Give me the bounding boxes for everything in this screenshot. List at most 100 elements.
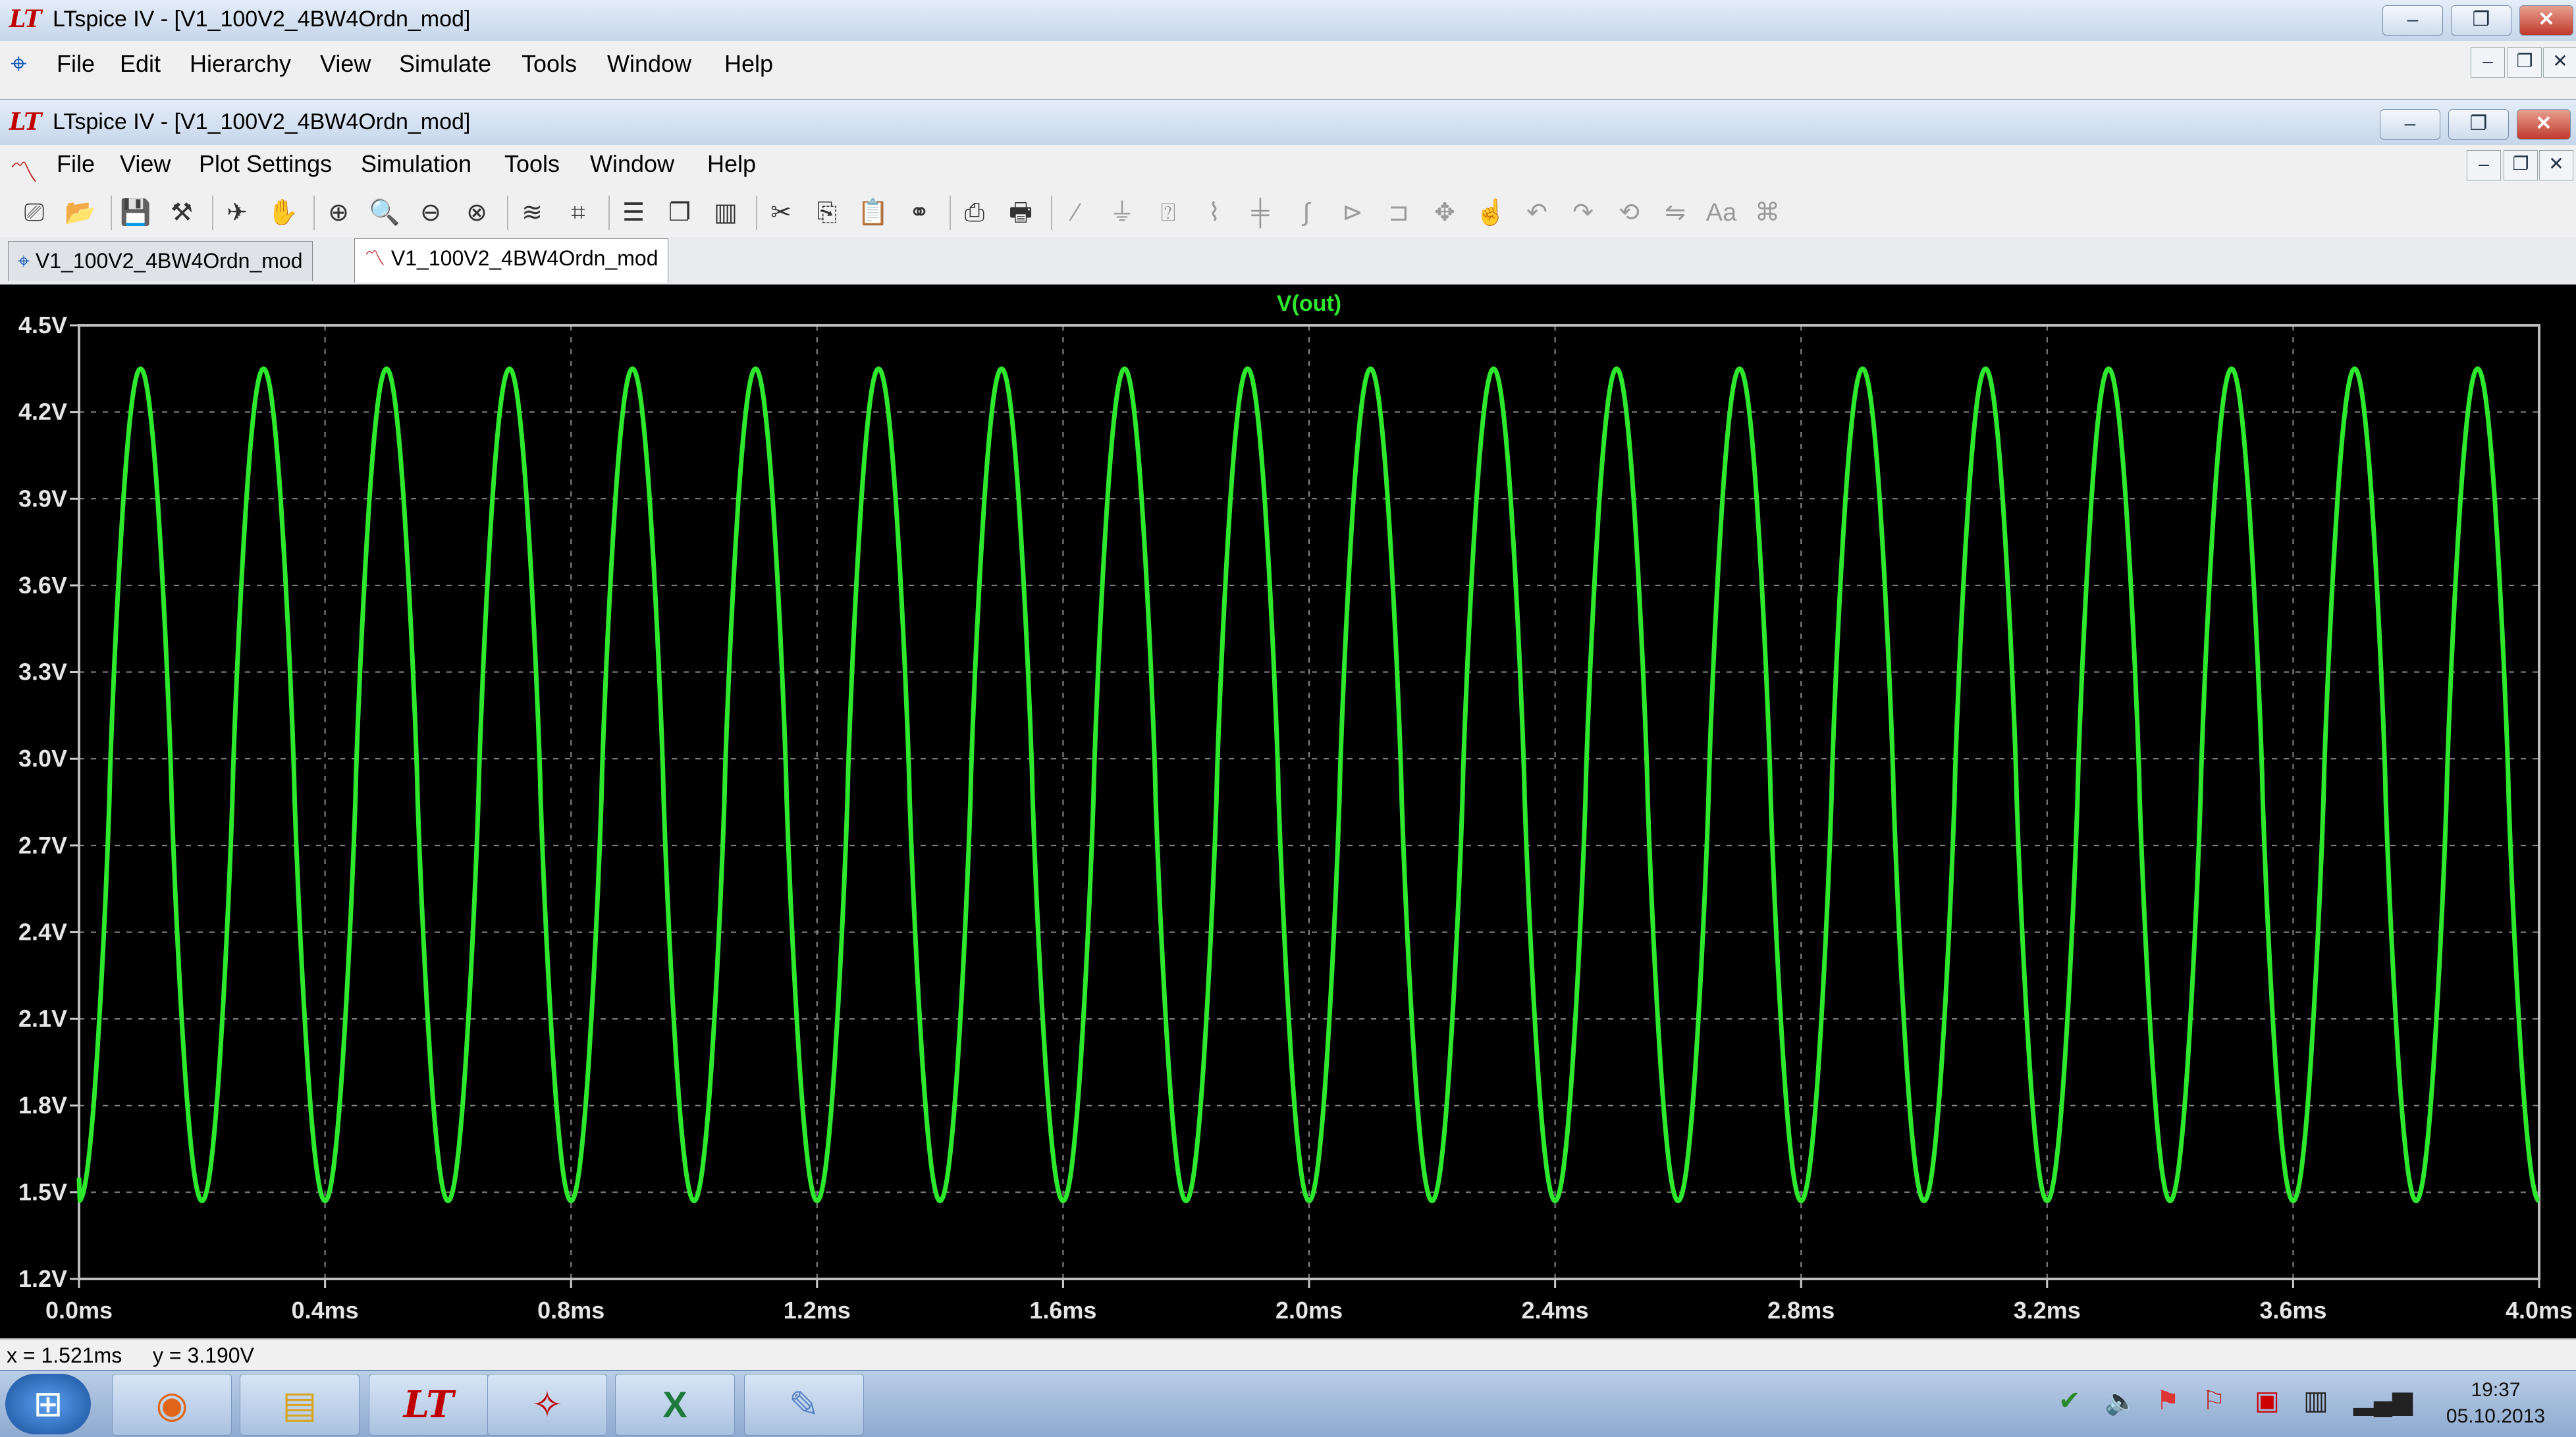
inner-menu-view[interactable]: View [120, 150, 171, 178]
save-icon[interactable]: 💾 [117, 194, 154, 231]
y-tick-label: 1.2V [18, 1265, 67, 1292]
copy-icon[interactable]: ⎘ [809, 194, 845, 231]
clock-time[interactable]: 19:37 [2436, 1379, 2555, 1401]
outer-menu-edit[interactable]: Edit [120, 50, 161, 78]
spice-directive-icon[interactable]: ⌘ [1749, 194, 1786, 231]
waveform-icon: 〽 [364, 246, 386, 270]
waveform-chart[interactable]: V(out) 0.0ms 0.4ms 0.8ms 1.2ms 1.6ms 2.0ms 2.4m… [0, 285, 2576, 1338]
acrobat-icon[interactable]: ✧ [487, 1374, 607, 1436]
label-icon[interactable]: ⍰ [1150, 194, 1187, 231]
zoom-out-icon[interactable]: ⊖ [412, 194, 449, 231]
toolbar-separator [212, 196, 213, 230]
text-icon[interactable]: Aa [1703, 194, 1740, 231]
cut-icon[interactable]: ✂ [763, 194, 799, 231]
outer-restore-button[interactable]: ❐ [2451, 5, 2511, 36]
mirror-icon[interactable]: ⇋ [1657, 194, 1694, 231]
inner-menu-help[interactable]: Help [707, 150, 756, 178]
explorer-icon[interactable]: ▤ [240, 1374, 360, 1436]
toolbar-separator [608, 196, 610, 230]
inner-mdi-minimize-button[interactable]: – [2467, 150, 2501, 180]
find-icon[interactable]: ⚭ [901, 194, 938, 231]
unzoom-icon[interactable]: ⌗ [560, 194, 597, 231]
run-icon[interactable]: ✈ [219, 194, 255, 231]
open-icon[interactable]: 📂 [62, 194, 99, 231]
inner-mdi-close-button[interactable]: ✕ [2539, 150, 2573, 180]
inner-menu-simulation[interactable]: Simulation [361, 150, 471, 178]
zoom-area-icon[interactable]: 🔍 [366, 194, 403, 231]
wire-icon[interactable]: ∕ [1058, 194, 1094, 231]
paste-icon[interactable]: 📋 [855, 194, 892, 231]
halt-icon[interactable]: ✋ [265, 194, 302, 231]
inner-title-bar: LT LTspice IV - [V1_100V2_4BW4Ordn_mod] … [0, 99, 2576, 146]
x-tick-label: 4.0ms [2506, 1297, 2573, 1324]
outer-mdi-close-button[interactable]: ✕ [2543, 47, 2576, 78]
y-tick-label: 4.2V [18, 398, 67, 425]
zoom-in-icon[interactable]: ⊕ [320, 194, 357, 231]
new-schematic-icon[interactable]: ⎚ [16, 194, 53, 231]
outer-menu-help[interactable]: Help [724, 50, 773, 78]
outer-mdi-restore-button[interactable]: ❐ [2508, 47, 2542, 78]
inner-menu-bar: 〽 File View Plot Settings Simulation Too… [0, 145, 2576, 189]
outer-menu-hierarchy[interactable]: Hierarchy [190, 50, 291, 78]
undo-icon[interactable]: ↶ [1518, 194, 1555, 231]
inner-menu-tools[interactable]: Tools [504, 150, 560, 178]
component-icon[interactable]: ⊐ [1380, 194, 1417, 231]
y-tick-label: 3.6V [18, 572, 67, 599]
inner-menu-plot-settings[interactable]: Plot Settings [199, 150, 332, 178]
toolbar-separator [756, 196, 757, 230]
ltspice-icon[interactable]: LT [369, 1374, 489, 1436]
paint-icon[interactable]: ✎ [744, 1374, 864, 1436]
drag-icon[interactable]: ☝ [1472, 194, 1509, 231]
tab-schematic[interactable]: ⌖ V1_100V2_4BW4Ordn_mod [8, 241, 313, 281]
resistor-icon[interactable]: ⌇ [1196, 194, 1233, 231]
outer-menu-simulate[interactable]: Simulate [399, 50, 491, 78]
windows-flag-icon[interactable]: ⚑ [2156, 1386, 2180, 1416]
print-preview-icon[interactable]: ⎙ [956, 194, 993, 231]
inner-mdi-restore-button[interactable]: ❐ [2504, 150, 2538, 180]
tile-vertical-icon[interactable]: ▥ [707, 194, 744, 231]
control-panel-icon[interactable]: ⚒ [163, 194, 200, 231]
move-icon[interactable]: ✥ [1426, 194, 1463, 231]
network-signal-icon[interactable]: ▂▄▆ [2353, 1386, 2413, 1416]
inductor-icon[interactable]: ∫ [1288, 194, 1325, 231]
capacitor-icon[interactable]: ╪ [1242, 194, 1279, 231]
cascade-icon[interactable]: ❐ [661, 194, 698, 231]
diode-icon[interactable]: ⊳ [1334, 194, 1371, 231]
outer-mdi-minimize-button[interactable]: – [2471, 47, 2505, 78]
inner-menu-window[interactable]: Window [590, 150, 674, 178]
security-shield-icon[interactable]: ✔ [2058, 1386, 2081, 1416]
tab-label: V1_100V2_4BW4Ordn_mod [390, 246, 658, 270]
waveform-plot-pane[interactable]: V(out) 0.0ms 0.4ms 0.8ms 1.2ms 1.6ms 2.0ms 2.4m… [0, 285, 2576, 1338]
outer-menu-file[interactable]: File [57, 50, 95, 78]
ltspice-logo-icon: LT [9, 5, 42, 33]
inner-menu-file[interactable]: File [57, 150, 95, 178]
clock-date[interactable]: 05.10.2013 [2410, 1405, 2576, 1428]
action-center-icon[interactable]: ⚐ [2202, 1386, 2226, 1416]
inner-restore-button[interactable]: ❐ [2448, 109, 2509, 140]
autorange-icon[interactable]: ≋ [514, 194, 550, 231]
inner-minimize-button[interactable]: – [2380, 109, 2440, 140]
firefox-icon[interactable]: ◉ [112, 1374, 232, 1436]
print-icon[interactable]: 🖶 [1002, 194, 1039, 231]
outer-menu-tools[interactable]: Tools [522, 50, 577, 78]
outer-close-button[interactable]: ✕ [2519, 5, 2573, 36]
y-tick-label: 3.9V [18, 485, 67, 512]
outer-menu-window[interactable]: Window [607, 50, 691, 78]
device-icon[interactable]: ▥ [2303, 1386, 2328, 1416]
start-orb-icon[interactable]: ⊞ [5, 1374, 91, 1434]
outer-menu-view[interactable]: View [320, 50, 371, 78]
redo-icon[interactable]: ↷ [1565, 194, 1601, 231]
trace-label[interactable]: V(out) [1277, 291, 1341, 316]
ground-icon[interactable]: ⏚ [1104, 194, 1140, 231]
acrobat-tray-icon[interactable]: ▣ [2255, 1386, 2280, 1416]
tab-waveform[interactable]: 〽 V1_100V2_4BW4Ordn_mod [354, 238, 668, 283]
excel-icon[interactable]: X [615, 1374, 735, 1436]
document-tabs: ⌖ V1_100V2_4BW4Ordn_mod 〽 V1_100V2_4BW4O… [0, 237, 2576, 286]
inner-close-button[interactable]: ✕ [2517, 109, 2571, 140]
zoom-fit-icon[interactable]: ⊗ [458, 194, 495, 231]
volume-icon[interactable]: 🔈 [2105, 1386, 2137, 1417]
tile-horizontal-icon[interactable]: ☰ [615, 194, 652, 231]
outer-minimize-button[interactable]: – [2382, 5, 2443, 36]
rotate-icon[interactable]: ⟲ [1611, 194, 1648, 231]
toolbar: ⎚ 📂 💾 ⚒ ✈ ✋ ⊕ 🔍 ⊖ ⊗ ≋ ⌗ ☰ ❐ ▥ ✂ ⎘ 📋 ⚭ ⎙ 🖶 ∕ ⏚ ⍰ ⌇ ╪ ∫ ⊳ ⊐ ✥ ☝ ↶ ↷ ⟲ ⇋ Aa ⌘ [0, 188, 2576, 238]
